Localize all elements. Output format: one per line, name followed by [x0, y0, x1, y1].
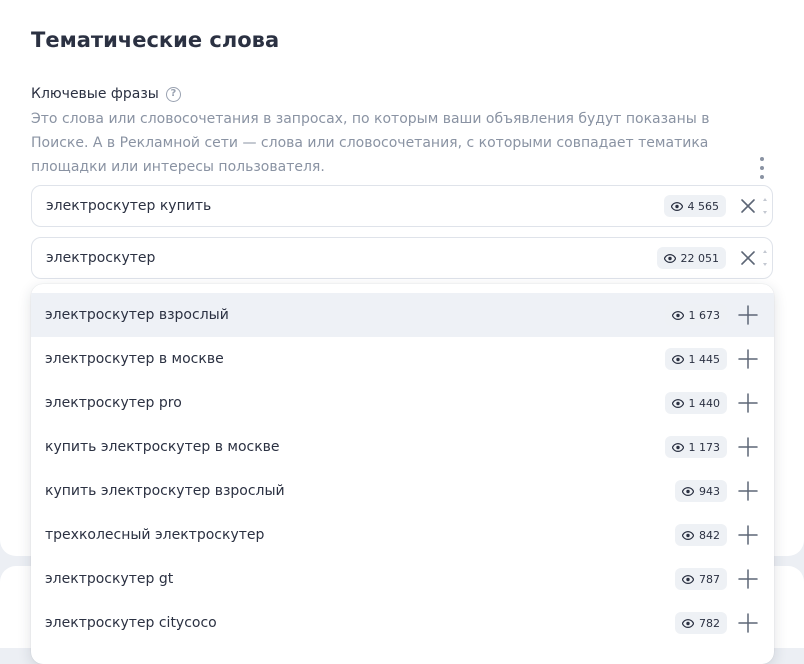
- impressions-badge: 1 673: [664, 304, 727, 326]
- eye-icon: [671, 398, 684, 408]
- eye-icon: [663, 253, 676, 263]
- more-vertical-icon[interactable]: [758, 157, 766, 179]
- close-icon[interactable]: [740, 198, 756, 214]
- question-circle-icon[interactable]: ?: [165, 86, 181, 102]
- suggestion-item[interactable]: электроскутер в москве 1 445: [31, 337, 774, 381]
- suggestion-item[interactable]: трехколесный электроскутер 842: [31, 513, 774, 557]
- suggestion-text[interactable]: электроскутер в москве: [45, 337, 224, 381]
- impressions-badge: 787: [675, 568, 727, 590]
- impressions-badge: 782: [675, 612, 727, 634]
- eye-icon: [682, 530, 694, 540]
- close-icon[interactable]: [740, 250, 756, 266]
- suggestion-text[interactable]: электроскутер pro: [45, 381, 182, 425]
- suggestion-text[interactable]: электроскутер citycoco: [45, 601, 217, 645]
- impressions-badge: 842: [675, 524, 727, 546]
- impressions-badge: 22 051: [656, 247, 726, 269]
- keyphrases-description: Это слова или словосочетания в запросах,…: [31, 111, 710, 175]
- impressions-count: 787: [699, 572, 720, 586]
- impressions-badge: 1 440: [664, 392, 727, 414]
- eye-icon: [671, 354, 684, 364]
- section-title: Тематические слова: [31, 28, 280, 52]
- plus-icon[interactable]: [738, 437, 758, 457]
- suggestion-item[interactable]: купить электроскутер взрослый 943: [31, 469, 774, 513]
- suggestion-item[interactable]: электроскутер pro 1 440: [31, 381, 774, 425]
- eye-icon: [671, 310, 684, 320]
- stepper-icon[interactable]: [762, 198, 768, 214]
- suggestion-item[interactable]: купить электроскутер в москве 1 173: [31, 425, 774, 469]
- stepper-icon[interactable]: [762, 250, 768, 266]
- eye-icon: [682, 486, 694, 496]
- keyphrases-label: Ключевые фразы: [31, 86, 159, 102]
- impressions-count: 1 673: [688, 308, 721, 322]
- plus-icon[interactable]: [738, 305, 758, 325]
- impressions-count: 1 440: [688, 396, 721, 410]
- plus-icon[interactable]: [738, 481, 758, 501]
- impressions-badge: 943: [675, 480, 727, 502]
- impressions-count: 782: [699, 616, 720, 630]
- phrase-input-2[interactable]: электроскутер 22 051: [31, 237, 773, 279]
- suggestion-item[interactable]: электроскутер citycoco 782: [31, 601, 774, 645]
- phrase-input-1[interactable]: электроскутер купить 4 565: [31, 185, 773, 227]
- impressions-count: 842: [699, 528, 720, 542]
- plus-icon[interactable]: [738, 613, 758, 633]
- phrase-text[interactable]: электроскутер: [46, 238, 155, 278]
- impressions-badge: 4 565: [663, 195, 726, 217]
- impressions-count: 943: [699, 484, 720, 498]
- suggestion-text[interactable]: купить электроскутер взрослый: [45, 469, 285, 513]
- impressions-count: 22 051: [680, 251, 720, 265]
- plus-icon[interactable]: [738, 525, 758, 545]
- impressions-count: 1 445: [688, 352, 721, 366]
- impressions-count: 1 173: [688, 440, 721, 454]
- phrase-text[interactable]: электроскутер купить: [46, 186, 211, 226]
- suggestion-text[interactable]: электроскутер взрослый: [45, 293, 229, 337]
- suggestion-item[interactable]: электроскутер взрослый 1 673: [31, 293, 774, 337]
- suggestion-text[interactable]: купить электроскутер в москве: [45, 425, 280, 469]
- suggestion-text[interactable]: электроскутер gt: [45, 557, 173, 601]
- plus-icon[interactable]: [738, 569, 758, 589]
- suggestion-item[interactable]: электроскутер gt 787: [31, 557, 774, 601]
- eye-icon: [682, 618, 694, 628]
- impressions-count: 4 565: [687, 199, 720, 213]
- eye-icon: [682, 574, 694, 584]
- eye-icon: [670, 201, 683, 211]
- impressions-badge: 1 173: [664, 436, 727, 458]
- eye-icon: [671, 442, 684, 452]
- suggestions-dropdown: электроскутер взрослый 1 673 электроскут…: [31, 284, 774, 664]
- impressions-badge: 1 445: [664, 348, 727, 370]
- suggestion-text[interactable]: трехколесный электроскутер: [45, 513, 264, 557]
- keyphrases-label-row: Ключевые фразы ?: [31, 86, 181, 102]
- plus-icon[interactable]: [738, 349, 758, 369]
- plus-icon[interactable]: [738, 393, 758, 413]
